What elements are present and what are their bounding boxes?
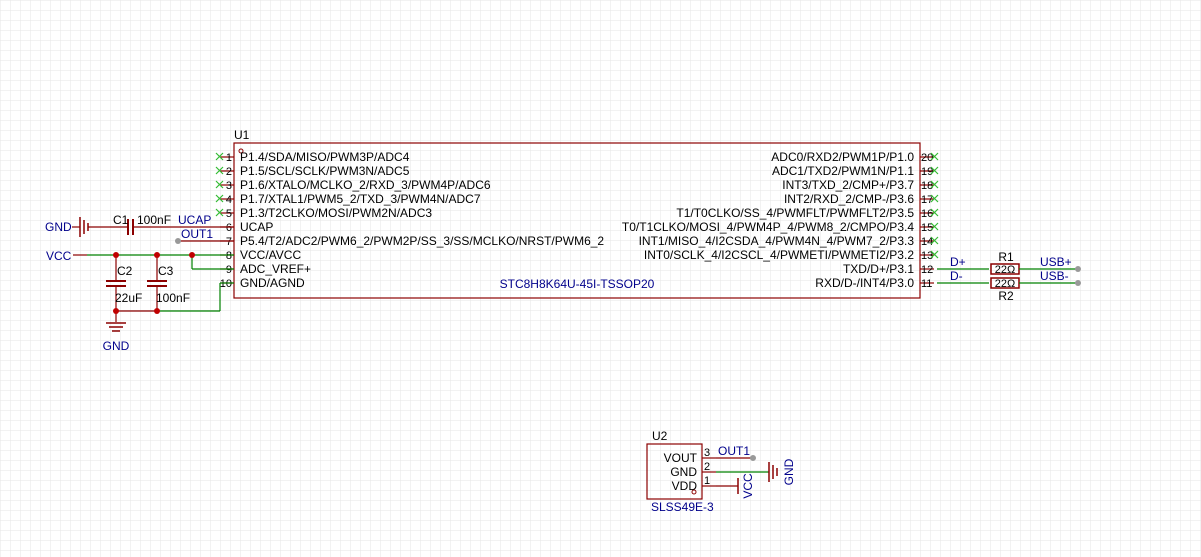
u1-pin-name: P1.7/XTAL1/PWM5_2/TXD_3/PWM4N/ADC7 bbox=[240, 192, 481, 206]
u1-pin-number: 7 bbox=[226, 236, 232, 248]
u1-pin-name: P1.3/T2CLKO/MOSI/PWM2N/ADC3 bbox=[240, 206, 432, 220]
u1-pin-14[interactable]: 14INT1/MISO_4/I2CSDA_4/PWM4N_4/PWM7_2/P3… bbox=[639, 234, 934, 248]
u1-pin-name: P1.5/SCL/SCLK/PWM3N/ADC5 bbox=[240, 164, 410, 178]
vcc-net-label-u2: VCC bbox=[741, 473, 755, 499]
u1-designator: U1 bbox=[234, 128, 250, 142]
u2-pin-name: GND bbox=[670, 465, 697, 479]
gnd-net-label-bottom: GND bbox=[103, 339, 130, 353]
c1-designator: C1 bbox=[113, 213, 129, 227]
out1-net-label-u2: OUT1 bbox=[718, 444, 750, 458]
u1-pin-number: 8 bbox=[226, 250, 232, 262]
u1-pin-4[interactable]: 4 P1.7/XTAL1/PWM5_2/TXD_3/PWM4N/ADC7 bbox=[220, 192, 481, 206]
u1-pin-name: INT3/TXD_2/CMP+/P3.7 bbox=[782, 178, 914, 192]
u1-pin-name: UCAP bbox=[240, 220, 273, 234]
u2-pin-name: VDD bbox=[672, 479, 698, 493]
u1-pin-number: 1 bbox=[226, 152, 232, 164]
u1-pin-name: T0/T1CLKO/MOSI_4/PWM4P_4/PWM8_2/CMPO/P3.… bbox=[622, 220, 914, 234]
c3-designator: C3 bbox=[158, 264, 174, 278]
dplus-net-label: D+ bbox=[950, 255, 966, 269]
u1-pin-number: 9 bbox=[226, 264, 232, 276]
u1-pin-7[interactable]: 7 P5.4/T2/ADC2/PWM6_2/PWM2P/SS_3/SS/MCLKO… bbox=[220, 234, 604, 248]
u2-pin-number: 1 bbox=[704, 475, 710, 487]
out1-net-label-u1: OUT1 bbox=[181, 227, 213, 241]
u2-designator: U2 bbox=[652, 429, 668, 443]
u1-pin-18[interactable]: 18INT3/TXD_2/CMP+/P3.7 bbox=[782, 178, 934, 192]
u1-pin-number: 10 bbox=[220, 278, 232, 290]
u1-pin-name: ADC0/RXD2/PWM1P/P1.0 bbox=[771, 150, 914, 164]
u1-pin-1[interactable]: 1 P1.4/SDA/MISO/PWM3P/ADC4 bbox=[220, 150, 410, 164]
u2-pin-number: 3 bbox=[704, 447, 710, 459]
u1-pin-16[interactable]: 16T1/T0CLKO/SS_4/PWMFLT/PWMFLT2/P3.5 bbox=[676, 206, 934, 220]
u1-pin-number: 4 bbox=[226, 194, 232, 206]
u1-pin-15[interactable]: 15T0/T1CLKO/MOSI_4/PWM4P_4/PWM8_2/CMPO/P… bbox=[622, 220, 934, 234]
u1-pin-13[interactable]: 13INT0/SCLK_4/I2CSCL_4/PWMETI/PWMETI2/P3… bbox=[644, 248, 934, 262]
u1-pin-name: ADC1/TXD2/PWM1N/P1.1 bbox=[772, 164, 914, 178]
schematic-canvas[interactable]: U1 STC8H8K64U-45I-TSSOP20 1 P1.4/SDA/MISO… bbox=[0, 0, 1201, 557]
u1-pin-name: RXD/D-/INT4/P3.0 bbox=[815, 276, 914, 290]
r1-value: 22Ω bbox=[995, 264, 1015, 276]
r2-designator: R2 bbox=[998, 289, 1014, 303]
u1-pin-name: INT2/RXD_2/CMP-/P3.6 bbox=[784, 192, 914, 206]
vcc-net-label: VCC bbox=[46, 249, 72, 263]
c1-value: 100nF bbox=[137, 213, 171, 227]
u1-pin-name: T1/T0CLKO/SS_4/PWMFLT/PWMFLT2/P3.5 bbox=[676, 206, 914, 220]
c2-designator: C2 bbox=[117, 264, 133, 278]
u2-pin-number: 2 bbox=[704, 461, 710, 473]
r1-designator: R1 bbox=[998, 250, 1014, 264]
resistor-r1[interactable]: 22Ω bbox=[990, 263, 1020, 276]
dminus-net-label: D- bbox=[950, 269, 963, 283]
u2-part-number: SLSS49E-3 bbox=[651, 500, 714, 514]
u1-pin-number: 5 bbox=[226, 208, 232, 220]
u2-pins: 3 VOUT 2 GND 1 VDD bbox=[664, 447, 716, 493]
u1-pin-number: 6 bbox=[226, 222, 232, 234]
u1-pin-number: 11 bbox=[921, 278, 932, 290]
u1-pin-name: P5.4/T2/ADC2/PWM6_2/PWM2P/SS_3/SS/MCLKO/… bbox=[240, 234, 604, 248]
u1-pin-name: VCC/AVCC bbox=[240, 248, 301, 262]
u1-pin-12[interactable]: 12 TXD/D+/P3.1 bbox=[843, 262, 934, 276]
u1-pin-name: INT1/MISO_4/I2CSDA_4/PWM4N_4/PWM7_2/P3.3 bbox=[639, 234, 915, 248]
out1-port-u2[interactable] bbox=[750, 455, 756, 461]
u1-pin-name: P1.6/XTALO/MCLKO_2/RXD_3/PWM4P/ADC6 bbox=[240, 178, 491, 192]
u1-pin-17[interactable]: 17INT2/RXD_2/CMP-/P3.6 bbox=[784, 192, 934, 206]
u1-pin-name: GND/AGND bbox=[240, 276, 305, 290]
u1-part-number: STC8H8K64U-45I-TSSOP20 bbox=[500, 277, 655, 291]
u1-pin-name: ADC_VREF+ bbox=[240, 262, 311, 276]
usbp-port[interactable] bbox=[1075, 266, 1081, 272]
gnd-net-label-c1: GND bbox=[45, 220, 72, 234]
c2-value: 22uF bbox=[115, 291, 142, 305]
u1-pin-20[interactable]: 20ADC0/RXD2/PWM1P/P1.0 bbox=[771, 150, 934, 164]
usbp-net-label: USB+ bbox=[1040, 255, 1072, 269]
u1-pin-name: INT0/SCLK_4/I2CSCL_4/PWMETI/PWMETI2/P3.2 bbox=[644, 248, 914, 262]
u1-pin-3[interactable]: 3 P1.6/XTALO/MCLKO_2/RXD_3/PWM4P/ADC6 bbox=[220, 178, 491, 192]
u1-pin-name: TXD/D+/P3.1 bbox=[843, 262, 914, 276]
u2-pin-name: VOUT bbox=[664, 451, 698, 465]
u1-pin-5[interactable]: 5 P1.3/T2CLKO/MOSI/PWM2N/ADC3 bbox=[220, 206, 432, 220]
u1-pin-19[interactable]: 19ADC1/TXD2/PWM1N/P1.1 bbox=[772, 164, 934, 178]
c3-value: 100nF bbox=[156, 291, 190, 305]
ucap-net-label: UCAP bbox=[178, 213, 211, 227]
u1-pin-2[interactable]: 2 P1.5/SCL/SCLK/PWM3N/ADC5 bbox=[220, 164, 410, 178]
u1-pin-number: 3 bbox=[226, 180, 232, 192]
u1-pin-number: 12 bbox=[921, 264, 933, 276]
usbm-net-label: USB- bbox=[1040, 269, 1069, 283]
u1-pin-name: P1.4/SDA/MISO/PWM3P/ADC4 bbox=[240, 150, 410, 164]
gnd-net-label-u2: GND bbox=[782, 458, 796, 485]
u1-pin-number: 2 bbox=[226, 166, 232, 178]
usbm-port[interactable] bbox=[1075, 280, 1081, 286]
